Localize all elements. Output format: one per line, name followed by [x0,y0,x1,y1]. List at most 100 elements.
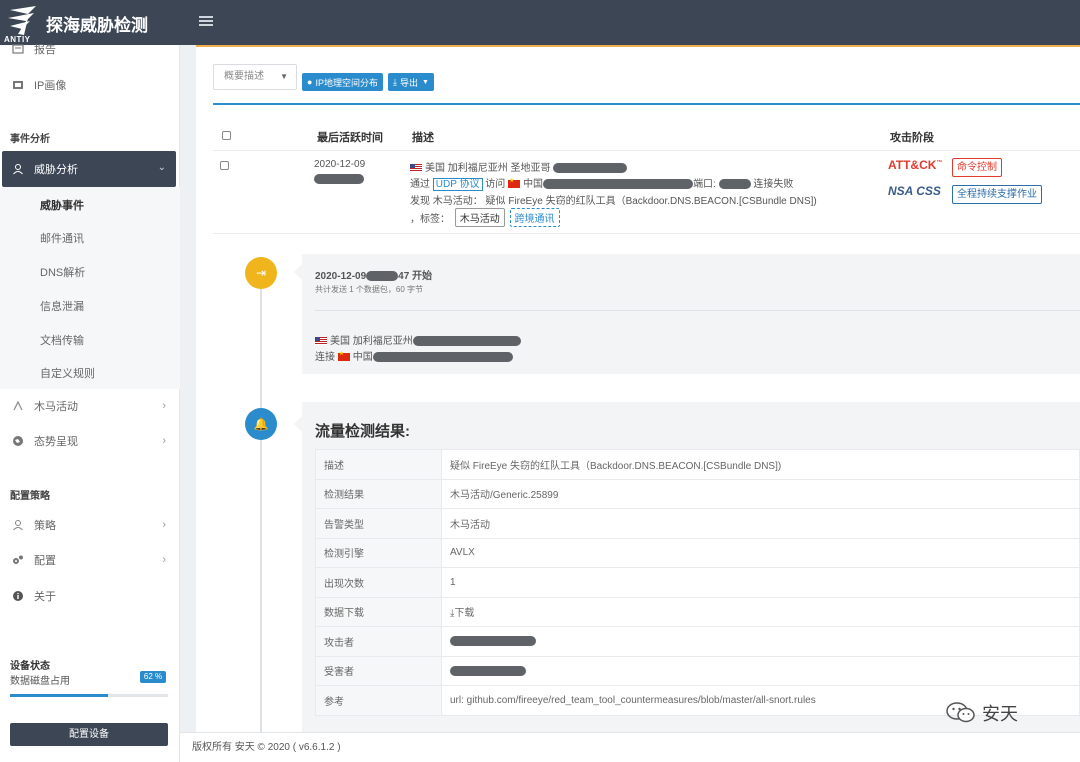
row-checkbox[interactable] [220,161,229,170]
attck-logo: ATT&CK™ [888,158,942,172]
row-desc-line4: ，标签： 木马活动 跨境通讯 [410,208,560,227]
sidebar-item-threat-analysis[interactable]: 威胁分析 ⌄ [2,151,176,187]
sub-item-info-leak[interactable]: 信息泄漏 [40,298,84,314]
detection-key: 描述 [315,449,442,480]
sidebar-item-about[interactable]: 关于 [0,579,180,613]
detection-key: 检测结果 [315,478,442,509]
row-desc-line1: 美国 加利福尼亚州 圣地亚哥 [410,159,627,174]
sidebar-item-report[interactable]: 报告 [0,32,180,66]
event-date: 2020-12-09 [315,271,367,282]
detection-row: 出现次数 1 [315,567,1080,598]
event-packet-summary: 共计发送 1 个数据包，60 字节 [315,285,424,294]
header-description: 描述 [412,132,434,144]
geo-button-label: IP地理空间分布 [315,77,378,88]
us-flag-icon [315,337,327,346]
policy-icon [13,520,23,531]
bell-icon: 🔔 [245,408,277,440]
source-location: 美国 加利福尼亚州 圣地亚哥 [425,163,551,174]
row-separator [213,233,1080,234]
sidebar-item-label: IP画像 [34,80,67,92]
detection-row: 攻击者 [315,626,1080,657]
sidebar: 报告 IP画像 事件分析 威胁分析 ⌄ 威胁事件 邮件通讯 DNS解析 信息泄漏… [0,44,180,762]
disk-usage-progress [10,694,168,697]
sidebar-item-trojan[interactable]: 木马活动 › [0,389,180,423]
redacted-value [450,665,526,676]
detection-row: 告警类型 木马活动 [315,508,1080,539]
detection-value: 1 [441,567,1080,598]
gears-icon [13,555,23,564]
redacted-dest-ip [372,352,513,363]
detection-row: 受害者 [315,655,1080,686]
event-dest-country: 中国 [352,352,373,363]
detection-row: 检测结果 木马活动/Generic.25899 [315,478,1080,509]
sidebar-item-label: 态势呈现 [34,436,78,448]
ip-profile-icon [13,81,23,89]
panel-pointer [294,264,302,280]
sidebar-item-label: 报告 [34,44,56,56]
configure-device-button[interactable]: 配置设备 [10,723,168,746]
redacted-source-ip [412,336,521,347]
ip-geo-distribution-button[interactable]: ● IP地理空间分布 [302,73,383,91]
detection-result-table: 描述 疑似 FireEye 失窃的红队工具（Backdoor.DNS.BEACON… [315,449,1080,716]
globe-icon [13,436,23,446]
cn-flag-icon [508,177,521,189]
nsa-css-logo: NSA CSS [888,184,941,198]
stage-command-control[interactable]: 命令控制 [952,158,1002,177]
dest-country: 中国 [523,179,544,190]
main-content: 概要描述 ▼ ● IP地理空间分布 ⤓ 导出 ▼ 最后活跃时间 描述 攻击阶段 … [196,45,1080,734]
toolbar-divider [213,103,1080,105]
attck-trademark: ™ [936,160,943,166]
event-time-tail: 47 开始 [398,271,433,282]
sidebar-item-label: 策略 [34,520,56,532]
sub-item-doc-transfer[interactable]: 文档传输 [40,332,84,348]
sub-item-dns[interactable]: DNS解析 [40,264,85,280]
export-button[interactable]: ⤓ 导出 ▼ [388,73,434,91]
detection-key: 受害者 [315,655,442,686]
via-text: 通过 [410,179,430,190]
detection-row: 数据下载 ⤓下载 [315,596,1080,627]
detection-row: 检测引擎 AVLX [315,537,1080,568]
tag-trojan[interactable]: 木马活动 [454,208,505,227]
stage-persistent-support[interactable]: 全程持续支撑作业 [952,185,1042,204]
download-label: 下载 [454,608,475,620]
tags-label: ，标签： [410,214,450,225]
sidebar-item-label: 木马活动 [34,401,78,413]
caret-down-icon: ▼ [422,78,429,86]
event-destination: 连接 中国 [315,348,513,363]
sidebar-item-policy[interactable]: 策略 › [0,508,180,542]
sub-item-threat-events[interactable]: 威胁事件 [40,197,84,213]
menu-toggle-icon[interactable] [198,13,214,29]
sidebar-item-situation[interactable]: 态势呈现 › [0,424,180,458]
sidebar-item-ip-profile[interactable]: IP画像 [0,68,180,102]
access-text: 访问 [485,179,506,190]
download-link[interactable]: ⤓下载 [441,596,1080,627]
disk-usage-progress-fill [10,694,108,697]
detection-value: 木马活动 [441,508,1080,539]
detection-key: 告警类型 [315,508,442,539]
row-time-redacted [314,174,364,185]
info-icon [13,591,23,601]
globe-icon: ● [307,77,313,87]
udp-protocol-link[interactable]: UDP 协议 [432,178,483,191]
chevron-right-icon: › [162,519,166,531]
select-all-checkbox[interactable] [222,131,231,140]
header-last-active: 最后活跃时间 [317,132,383,144]
tag-cross-border[interactable]: 跨境通讯 [509,208,560,227]
summary-filter-select[interactable]: 概要描述 ▼ [213,64,297,90]
header-attack-stage: 攻击阶段 [890,132,934,144]
sub-item-custom-rules[interactable]: 自定义规则 [40,365,95,381]
disk-usage-label: 数据磁盘占用 [10,676,70,687]
sub-item-email[interactable]: 邮件通讯 [40,230,84,246]
detection-value: AVLX [441,537,1080,568]
sidebar-item-config[interactable]: 配置 › [0,543,180,577]
panel-pointer [294,416,302,432]
redacted-port [718,179,751,190]
detection-value [441,626,1080,657]
detection-key: 数据下载 [315,596,442,627]
chevron-right-icon: › [162,400,166,412]
event-source: 美国 加利福尼亚州 [315,332,521,347]
sidebar-item-label: 配置 [34,555,56,567]
wechat-watermark: 安天 [946,700,1018,726]
caret-down-icon: ▼ [280,72,288,81]
detection-value [441,655,1080,686]
